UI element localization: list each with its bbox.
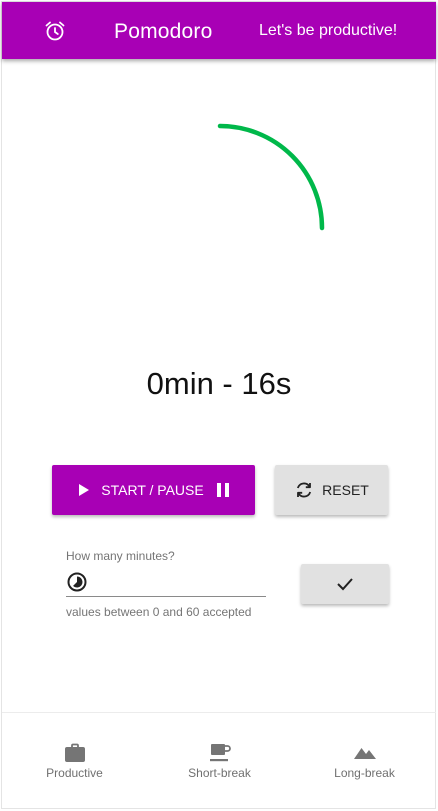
nav-short-break[interactable]: Short-break <box>147 713 292 809</box>
nav-productive[interactable]: Productive <box>2 713 147 809</box>
briefcase-icon <box>64 743 86 766</box>
progress-arc <box>217 123 325 231</box>
timer-progress-ring <box>217 123 325 231</box>
coffee-icon <box>209 743 231 766</box>
minutes-field <box>66 570 268 598</box>
play-icon <box>77 483 91 497</box>
timer-display: 0min - 16s <box>146 366 292 401</box>
minutes-field-label: How many minutes? <box>66 549 175 563</box>
start-pause-button[interactable]: START / PAUSE <box>52 465 255 515</box>
pause-icon <box>216 482 230 498</box>
refresh-icon <box>294 480 314 500</box>
nav-long-break-label: Long-break <box>334 766 395 780</box>
bottom-navigation: Productive Short-break Long-break <box>2 712 436 809</box>
timelapse-icon <box>66 571 88 598</box>
app-tagline: Let's be productive! <box>259 22 398 39</box>
app-title: Pomodoro <box>114 20 213 43</box>
alarm-clock-icon[interactable] <box>43 19 67 43</box>
minutes-input[interactable] <box>94 572 268 596</box>
reset-button[interactable]: RESET <box>275 465 388 515</box>
start-pause-label: START / PAUSE <box>101 482 204 498</box>
nav-short-break-label: Short-break <box>188 766 251 780</box>
nav-long-break[interactable]: Long-break <box>292 713 437 809</box>
reset-label: RESET <box>322 482 369 498</box>
confirm-minutes-button[interactable] <box>301 564 389 604</box>
check-icon <box>335 576 355 592</box>
app-bar: Pomodoro Let's be productive! <box>2 2 436 59</box>
nav-productive-label: Productive <box>46 766 103 780</box>
mountains-icon <box>353 743 377 764</box>
minutes-helper-text: values between 0 and 60 accepted <box>66 605 252 619</box>
